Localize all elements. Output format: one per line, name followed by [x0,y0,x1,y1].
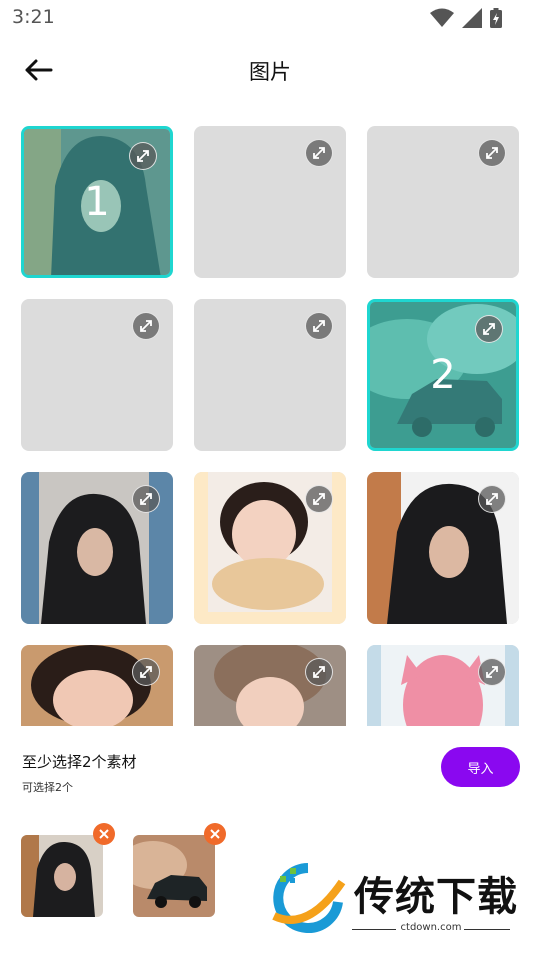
photo-thumbnail [21,645,173,726]
selected-thumb[interactable] [21,835,103,917]
expand-arrows-icon[interactable] [475,315,503,343]
selection-number: 2 [430,352,456,398]
expand-arrows-icon[interactable] [305,658,333,686]
signal-icon [462,8,482,28]
media-tile[interactable] [367,645,519,726]
expand-arrows-icon[interactable] [305,312,333,340]
photo-thumbnail [367,645,519,726]
can-select-hint: 可选择2个 [22,781,73,794]
media-tile[interactable]: 1 [21,126,173,278]
remove-selection-button[interactable] [93,823,115,845]
expand-arrows-icon[interactable] [129,142,157,170]
watermark-url: ctdown.com [400,922,462,933]
media-tile[interactable] [194,472,346,624]
page-title: 图片 [249,60,291,84]
watermark-brand: 传统下载 [354,874,518,920]
import-button[interactable]: 导入 [441,747,520,787]
battery-charging-icon [490,8,502,28]
expand-arrows-icon[interactable] [478,139,506,167]
expand-arrows-icon[interactable] [132,485,160,513]
media-tile[interactable] [367,126,519,278]
watermark: 传统下载 ctdown.com [268,862,518,942]
wifi-icon [430,8,454,27]
brand-logo [272,863,346,933]
remove-selection-button[interactable] [204,823,226,845]
expand-arrows-icon[interactable] [305,139,333,167]
header: 图片 [0,44,540,96]
status-time: 3:21 [12,6,55,28]
photo-thumbnail [133,835,215,917]
selected-thumb[interactable] [133,835,215,917]
media-tile[interactable] [194,299,346,451]
expand-arrows-icon[interactable] [305,485,333,513]
close-icon [99,829,109,839]
expand-arrows-icon[interactable] [478,658,506,686]
media-grid: 1 2 [21,126,519,726]
expand-arrows-icon[interactable] [132,658,160,686]
photo-thumbnail [21,835,103,917]
media-tile[interactable] [367,472,519,624]
media-tile[interactable] [194,645,346,726]
media-tile[interactable] [21,299,173,451]
status-bar: 3:21 [0,0,540,36]
selection-number: 1 [84,179,110,225]
divider [464,929,510,930]
status-icons [430,8,502,28]
min-select-hint: 至少选择2个素材 [22,753,137,771]
media-tile[interactable] [21,472,173,624]
media-tile[interactable] [21,645,173,726]
expand-arrows-icon[interactable] [478,485,506,513]
media-tile[interactable]: 2 [367,299,519,451]
photo-thumbnail [194,645,346,726]
expand-arrows-icon[interactable] [132,312,160,340]
media-tile[interactable] [194,126,346,278]
close-icon [210,829,220,839]
